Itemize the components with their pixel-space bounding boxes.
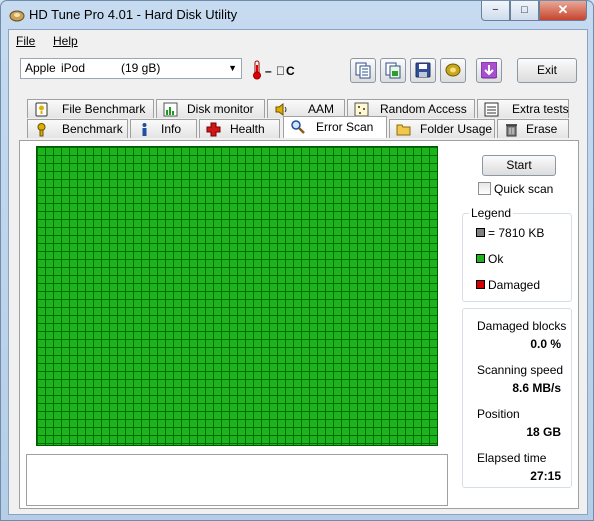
info-icon <box>142 123 147 136</box>
menu-file-label: File <box>16 34 36 48</box>
damaged-blocks-label: Damaged blocks <box>477 319 567 333</box>
maximize-button[interactable]: □ <box>510 1 539 21</box>
file-benchmark-icon <box>35 102 48 117</box>
tab-label: File Benchmark <box>62 102 146 116</box>
title-bar[interactable]: HD Tune Pro 4.01 - Hard Disk Utility − □… <box>1 1 593 29</box>
health-cross-icon <box>206 122 221 137</box>
tab-error-scan[interactable]: Error Scan <box>283 116 387 138</box>
start-button[interactable]: Start <box>482 155 556 176</box>
legend-block-size-text: = 7810 KB <box>488 226 545 240</box>
drive-vendor: Apple <box>25 61 56 75</box>
copy-image-button[interactable] <box>380 58 406 83</box>
thermometer-icon <box>253 60 261 80</box>
menu-help[interactable]: Help <box>53 34 78 48</box>
tab-label: Random Access <box>380 102 467 116</box>
temperature-readout: – ﾟC <box>265 64 296 78</box>
block-map-grid <box>36 146 438 446</box>
drive-select[interactable]: Apple iPod (19 gB) ▼ <box>20 58 242 79</box>
drive-size: (19 gB) <box>121 61 161 75</box>
tab-file-benchmark[interactable]: File Benchmark <box>27 99 154 118</box>
damaged-swatch <box>476 280 485 289</box>
menu-bar: File Help <box>9 30 587 52</box>
tab-label: Folder Usage <box>420 122 493 136</box>
tab-label: Disk monitor <box>187 102 254 116</box>
error-scan-panel: Start Quick scan Legend = 7810 KB Ok Dam… <box>19 140 579 509</box>
scanning-speed-value: 8.6 MB/s <box>512 381 561 395</box>
tab-label: Error Scan <box>316 120 374 134</box>
copy-text-icon <box>355 62 371 79</box>
legend-title: Legend <box>469 206 514 220</box>
legend-ok: Ok <box>476 252 503 266</box>
close-button[interactable]: ✕ <box>539 1 587 21</box>
window-title: HD Tune Pro 4.01 - Hard Disk Utility <box>29 7 238 22</box>
tab-health[interactable]: Health <box>199 119 280 138</box>
tab-label: Info <box>161 122 182 136</box>
scanning-speed-label: Scanning speed <box>477 363 564 377</box>
elapsed-time-value: 27:15 <box>530 469 561 483</box>
tab-label: Health <box>230 122 265 136</box>
random-access-icon <box>354 102 369 117</box>
tab-benchmark[interactable]: Benchmark <box>27 119 128 138</box>
checkbox-box[interactable] <box>478 182 491 195</box>
scan-log-box[interactable] <box>26 454 448 506</box>
scan-stats-group: Damaged blocks 0.0 % Scanning speed 8.6 … <box>462 308 572 488</box>
exit-button[interactable]: Exit <box>517 58 577 83</box>
tab-info[interactable]: Info <box>130 119 197 138</box>
benchmark-icon <box>37 123 46 137</box>
tab-erase[interactable]: Erase <box>497 119 569 138</box>
block-swatch <box>476 228 485 237</box>
download-button[interactable] <box>476 58 502 83</box>
save-button[interactable] <box>410 58 436 83</box>
menu-file[interactable]: File <box>16 34 35 48</box>
copy-text-button[interactable] <box>350 58 376 83</box>
tab-extra-tests[interactable]: Extra tests <box>477 99 569 118</box>
download-icon <box>481 62 497 79</box>
legend-ok-text: Ok <box>488 252 504 266</box>
copy-image-icon <box>385 62 401 79</box>
tab-label: Erase <box>526 122 558 136</box>
speaker-icon <box>275 103 287 116</box>
tab-folder-usage[interactable]: Folder Usage <box>389 119 495 138</box>
options-icon <box>445 63 461 77</box>
disk-monitor-icon <box>163 102 178 117</box>
magnifier-icon <box>291 120 305 134</box>
elapsed-time-label: Elapsed time <box>477 451 547 465</box>
trash-icon <box>506 124 517 137</box>
legend-damaged-text: Damaged <box>488 278 541 292</box>
ok-swatch <box>476 254 485 263</box>
options-button[interactable] <box>440 58 466 83</box>
chevron-down-icon[interactable]: ▼ <box>228 59 237 78</box>
menu-help-label: Help <box>53 34 78 48</box>
position-label: Position <box>477 407 520 421</box>
legend-group: Legend = 7810 KB Ok Damaged <box>462 206 572 302</box>
app-icon <box>9 10 25 22</box>
tab-disk-monitor[interactable]: Disk monitor <box>156 99 265 118</box>
position-value: 18 GB <box>526 425 561 439</box>
app-window: HD Tune Pro 4.01 - Hard Disk Utility − □… <box>0 0 594 521</box>
damaged-blocks-value: 0.0 % <box>530 337 561 351</box>
extra-tests-icon <box>484 102 499 117</box>
minimize-button[interactable]: − <box>481 1 510 21</box>
quick-scan-label: Quick scan <box>494 182 554 196</box>
tab-label: Benchmark <box>62 122 123 136</box>
client-area: File Help Apple iPod (19 gB) ▼ – ﾟC Exit <box>8 29 588 515</box>
legend-block-size: = 7810 KB <box>476 226 544 240</box>
folder-icon <box>396 124 411 136</box>
quick-scan-checkbox[interactable]: Quick scan <box>478 182 553 196</box>
legend-damaged: Damaged <box>476 278 540 292</box>
drive-model: iPod <box>61 61 86 75</box>
save-icon <box>415 62 431 78</box>
tab-label: Extra tests <box>512 102 569 116</box>
